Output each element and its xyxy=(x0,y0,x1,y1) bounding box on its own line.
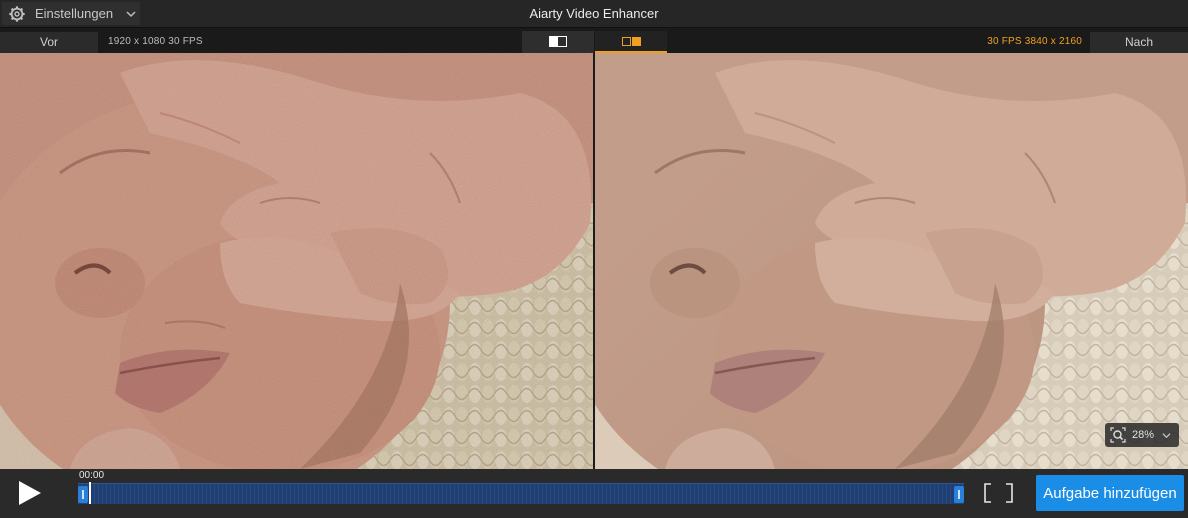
bracket-out-icon[interactable] xyxy=(1002,481,1016,505)
split-view-button[interactable] xyxy=(595,31,667,53)
chevron-down-icon xyxy=(1162,432,1171,438)
timecode: 00:00 xyxy=(79,470,105,481)
single-view-button[interactable] xyxy=(522,31,594,53)
after-video-pane[interactable] xyxy=(595,53,1188,469)
app-window: Einstellungen Aiarty Video Enhancer Vor … xyxy=(0,0,1188,518)
zoom-level: 28% xyxy=(1132,429,1155,441)
timeline-track[interactable] xyxy=(78,482,964,504)
after-label: Nach xyxy=(1090,32,1188,53)
playhead[interactable] xyxy=(89,482,91,504)
split-view-icon xyxy=(622,37,641,46)
bracket-in-icon[interactable] xyxy=(981,481,995,505)
add-task-button[interactable]: Aufgabe hinzufügen xyxy=(1036,475,1184,511)
zoom-icon xyxy=(1110,427,1126,443)
source-info: 1920 x 1080 30 FPS xyxy=(108,36,203,47)
mark-controls xyxy=(981,481,1016,505)
title-bar: Einstellungen Aiarty Video Enhancer xyxy=(0,0,1188,28)
player-bar: 00:00 Aufgabe hinzufügen xyxy=(0,469,1188,518)
trim-start-handle[interactable] xyxy=(78,486,88,503)
timeline-ticks xyxy=(78,484,964,504)
after-video-frame xyxy=(595,53,1188,469)
before-label: Vor xyxy=(0,32,98,53)
before-video-pane[interactable] xyxy=(0,53,593,469)
trim-end-handle[interactable] xyxy=(954,486,964,503)
before-video-frame xyxy=(0,53,593,469)
window-title: Aiarty Video Enhancer xyxy=(529,6,659,21)
single-view-icon xyxy=(549,36,567,47)
compare-bar: Vor 1920 x 1080 30 FPS 30 FPS 3840 x 216… xyxy=(0,28,1188,53)
zoom-control[interactable]: 28% xyxy=(1105,423,1179,447)
play-icon[interactable] xyxy=(14,478,44,508)
output-info: 30 FPS 3840 x 2160 xyxy=(987,36,1082,47)
